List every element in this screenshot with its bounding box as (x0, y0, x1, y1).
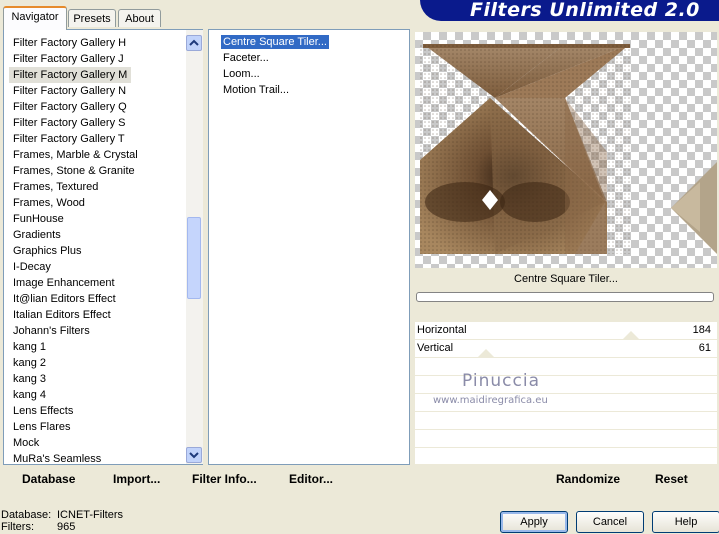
category-item[interactable]: I-Decay (13, 259, 51, 275)
category-item[interactable]: Filter Factory Gallery S (13, 115, 125, 131)
category-item[interactable]: Filter Factory Gallery T (13, 131, 125, 147)
category-item[interactable]: Filter Factory Gallery N (13, 83, 126, 99)
param-vertical-slider-icon[interactable] (477, 349, 495, 358)
param-horizontal-slider-icon[interactable] (622, 331, 640, 340)
tab-presets-label: Presets (73, 13, 111, 25)
category-item[interactable]: Frames, Stone & Granite (13, 163, 135, 179)
database-link[interactable]: Database (22, 471, 75, 487)
category-item[interactable]: Frames, Marble & Crystal (13, 147, 138, 163)
editor-link[interactable]: Editor... (289, 471, 333, 487)
help-button[interactable]: Help (652, 511, 719, 533)
tab-navigator-label: Navigator (11, 11, 59, 23)
filter-item[interactable]: Motion Trail... (221, 83, 291, 97)
param-horizontal-track[interactable] (415, 339, 717, 340)
category-item[interactable]: Filter Factory Gallery H (13, 35, 126, 51)
watermark-name: Pinuccia (462, 371, 540, 391)
category-item[interactable]: It@lian Editors Effect (13, 291, 116, 307)
tab-about[interactable]: About (118, 9, 161, 27)
category-list[interactable]: Filter Factory Gallery H Filter Factory G… (3, 29, 203, 465)
category-item[interactable]: Filter Factory Gallery Q (13, 99, 127, 115)
category-item[interactable]: Gradients (13, 227, 61, 243)
category-item[interactable]: MuRa's Seamless (13, 451, 101, 464)
watermark-url: www.maidiregrafica.eu (433, 395, 548, 406)
filters-info: Filters: 965 (1, 521, 75, 534)
apply-button[interactable]: Apply (500, 511, 568, 533)
cancel-button[interactable]: Cancel (576, 511, 644, 533)
tab-navigator[interactable]: Navigator (3, 6, 67, 30)
tab-about-label: About (125, 13, 154, 25)
randomize-link[interactable]: Randomize (556, 471, 620, 487)
progress-bar (416, 292, 714, 302)
param-horizontal-value[interactable]: 184 (693, 324, 711, 336)
logo-text: Filters Unlimited 2.0 (470, 0, 700, 21)
param-vertical-value[interactable]: 61 (699, 342, 711, 354)
filter-info-link[interactable]: Filter Info... (192, 471, 257, 487)
category-item[interactable]: kang 3 (13, 371, 46, 387)
category-item[interactable]: Graphics Plus (13, 243, 81, 259)
category-item[interactable]: Frames, Wood (13, 195, 85, 211)
filter-item[interactable]: Faceter... (221, 51, 271, 65)
param-empty-row (415, 393, 717, 394)
filters-info-value: 965 (57, 521, 76, 533)
param-vertical-label: Vertical (417, 342, 454, 354)
category-item[interactable]: Filter Factory Gallery M (9, 67, 132, 83)
category-item[interactable]: Image Enhancement (13, 275, 115, 291)
category-item[interactable]: Frames, Textured (13, 179, 98, 195)
category-item[interactable]: Lens Effects (13, 403, 73, 419)
chevron-down-icon (189, 452, 199, 459)
reset-link[interactable]: Reset (655, 471, 688, 487)
category-item[interactable]: kang 4 (13, 387, 46, 403)
category-item[interactable]: FunHouse (13, 211, 64, 227)
filter-name-display: Centre Square Tiler... (415, 268, 717, 290)
scroll-down-button[interactable] (186, 447, 202, 463)
param-empty-row (415, 429, 717, 430)
param-empty-row (415, 411, 717, 412)
category-item[interactable]: Italian Editors Effect (13, 307, 111, 323)
category-item[interactable]: Johann's Filters (13, 323, 90, 339)
parameter-panel: Horizontal 184 Vertical 61 (415, 322, 717, 464)
preview-graphic (420, 44, 717, 254)
chevron-up-icon (189, 39, 199, 46)
param-vertical-track[interactable] (415, 357, 717, 358)
category-item[interactable]: Mock (13, 435, 39, 451)
param-horizontal-label: Horizontal (417, 324, 467, 336)
preview-image (415, 32, 717, 268)
tab-presets[interactable]: Presets (68, 9, 116, 27)
scroll-thumb[interactable] (187, 217, 201, 299)
database-info-label: Database: (1, 509, 52, 521)
param-empty-row (415, 375, 717, 376)
category-item[interactable]: kang 2 (13, 355, 46, 371)
param-empty-row (415, 447, 717, 448)
category-item[interactable]: Filter Factory Gallery J (13, 51, 124, 67)
filters-info-label: Filters: (1, 521, 34, 533)
filter-item[interactable]: Centre Square Tiler... (221, 35, 329, 49)
scroll-up-button[interactable] (186, 35, 202, 51)
import-link[interactable]: Import... (113, 471, 160, 487)
filter-list[interactable]: Centre Square Tiler... Faceter... Loom... M… (208, 29, 410, 465)
category-item[interactable]: Lens Flares (13, 419, 70, 435)
filter-item[interactable]: Loom... (221, 67, 262, 81)
category-item[interactable]: kang 1 (13, 339, 46, 355)
